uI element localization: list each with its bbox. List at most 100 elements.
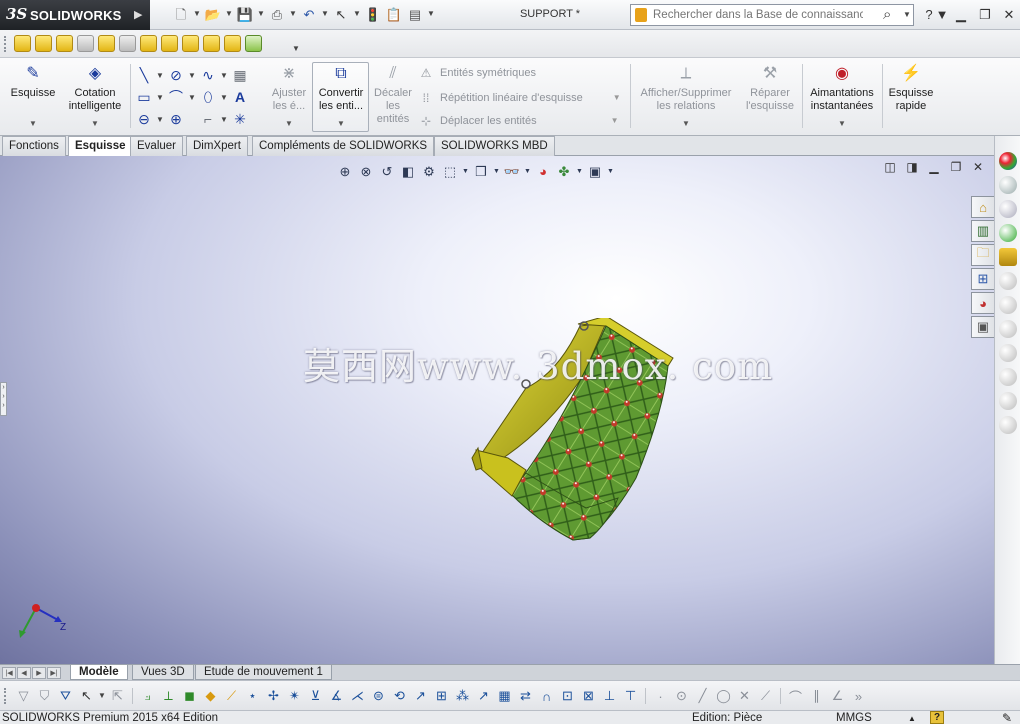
- chevron-down-icon[interactable]: ▼: [613, 89, 621, 107]
- hatch-icon[interactable]: ▦: [495, 687, 514, 705]
- tab-solidworks-mbd[interactable]: SOLIDWORKS MBD: [434, 136, 555, 156]
- repetition-button[interactable]: ⁞⁞ Répétition linéaire d'esquisse ▼: [418, 89, 621, 107]
- tab-modele[interactable]: Modèle: [70, 665, 128, 680]
- refresh-icon[interactable]: [999, 272, 1017, 290]
- filter-icon[interactable]: ▽: [14, 687, 33, 705]
- smart-dimension-icon[interactable]: [35, 35, 52, 52]
- dynamic-annotation-icon[interactable]: ⚙: [420, 162, 438, 180]
- tab-etude-mouvement[interactable]: Etude de mouvement 1: [195, 665, 332, 680]
- print-icon[interactable]: ⎙: [268, 5, 286, 23]
- close-icon[interactable]: ✕: [1000, 5, 1018, 23]
- display-style-icon[interactable]: ❒: [472, 162, 490, 180]
- minimize-icon[interactable]: ▁: [952, 5, 970, 23]
- new-document-icon[interactable]: 🗋: [172, 5, 190, 23]
- extrude-boss-icon[interactable]: [56, 35, 73, 52]
- chevron-down-icon[interactable]: ▼: [353, 5, 361, 23]
- arc-icon[interactable]: ⌒: [166, 88, 186, 106]
- chevron-down-icon[interactable]: ▼: [193, 5, 201, 23]
- help-icon[interactable]: ?: [930, 711, 944, 724]
- next-tab-icon[interactable]: ▶: [32, 667, 46, 679]
- view-palette-icon[interactable]: ⊞: [971, 268, 995, 290]
- unit-system[interactable]: MMGS: [836, 712, 872, 724]
- chamfer-icon[interactable]: [161, 35, 178, 52]
- zoom-to-area-icon[interactable]: ⊗: [357, 162, 375, 180]
- chevron-down-icon[interactable]: ▼: [321, 5, 329, 23]
- tab-esquisse[interactable]: Esquisse: [68, 136, 133, 157]
- reference-geometry-icon[interactable]: [245, 35, 262, 52]
- chevron-down-icon[interactable]: ▼: [220, 88, 228, 106]
- realview-icon[interactable]: [999, 176, 1017, 194]
- section-view-icon[interactable]: ◧: [399, 162, 417, 180]
- more-icon[interactable]: »: [849, 687, 868, 705]
- chevron-down-icon[interactable]: ▼: [220, 66, 228, 84]
- decaler-button[interactable]: ⫽ Décaler les entités: [370, 64, 416, 126]
- chevron-down-icon[interactable]: ▼: [188, 88, 196, 106]
- esquisse-button[interactable]: ✎ Esquisse ▼: [8, 64, 58, 130]
- chevron-right-icon[interactable]: ▶: [134, 8, 142, 21]
- chevron-up-icon[interactable]: ▲: [908, 712, 916, 724]
- restore-icon[interactable]: ❐: [948, 158, 964, 176]
- tile-left-icon[interactable]: ◫: [882, 158, 898, 176]
- feature-manager-expand-handle[interactable]: › › ›: [0, 382, 7, 416]
- esquisse-rapide-button[interactable]: ⚡ Esquisse rapide: [886, 64, 936, 113]
- surface-icon[interactable]: ⊜: [369, 687, 388, 705]
- search-icon[interactable]: ⌕: [883, 6, 891, 23]
- align-icon[interactable]: ⊥: [600, 687, 619, 705]
- perpendicular-icon[interactable]: ⟂: [159, 687, 178, 705]
- ellipse-icon[interactable]: ⬯: [198, 88, 218, 106]
- first-tab-icon[interactable]: |◀: [2, 667, 16, 679]
- line-icon[interactable]: ╲: [134, 66, 154, 84]
- rotate-icon[interactable]: ⟲: [390, 687, 409, 705]
- chevron-down-icon[interactable]: ▼: [188, 66, 196, 84]
- prev-tab-icon[interactable]: ◀: [17, 667, 31, 679]
- point-icon[interactable]: ⋆: [243, 687, 262, 705]
- save-icon[interactable]: 💾: [236, 5, 254, 23]
- render-tools-icon[interactable]: [999, 368, 1017, 386]
- chevron-down-icon[interactable]: ▼: [257, 5, 265, 23]
- hide-show-items-icon[interactable]: 👓: [503, 162, 521, 180]
- chevron-down-icon[interactable]: ▼: [98, 687, 106, 705]
- mirror-icon[interactable]: ⇄: [516, 687, 535, 705]
- chevron-down-icon[interactable]: ▼: [576, 162, 583, 180]
- chevron-down-icon[interactable]: ▼: [62, 117, 128, 130]
- apply-scene-icon[interactable]: ✤: [555, 162, 573, 180]
- cube-icon[interactable]: ◼: [180, 687, 199, 705]
- chevron-down-icon[interactable]: ▼: [8, 117, 58, 130]
- custom-properties-icon[interactable]: ▣: [971, 316, 995, 338]
- parallel-icon[interactable]: ∥: [807, 687, 826, 705]
- explode-icon[interactable]: ⊠: [579, 687, 598, 705]
- rectangle-icon[interactable]: ▭: [134, 88, 154, 106]
- lights-icon[interactable]: [999, 320, 1017, 338]
- cross-icon[interactable]: ✕: [735, 687, 754, 705]
- chevron-down-icon[interactable]: ▼: [806, 117, 878, 130]
- polygon-icon[interactable]: ⊕: [166, 110, 186, 128]
- arrow-out-icon[interactable]: ↗: [474, 687, 493, 705]
- select-cursor-icon[interactable]: ↖: [332, 5, 350, 23]
- edge-icon[interactable]: ⋌: [348, 687, 367, 705]
- chevron-down-icon[interactable]: ▼: [156, 110, 164, 128]
- rebuild-traffic-light-icon[interactable]: 🚦: [364, 5, 382, 23]
- smart-dimension-button[interactable]: ◈ Cotation intelligente ▼: [62, 64, 128, 130]
- shadows-icon[interactable]: [999, 200, 1017, 218]
- select-cursor-icon[interactable]: ↖: [77, 687, 96, 705]
- ajuster-button[interactable]: ⋇ Ajuster les é... ▼: [268, 64, 310, 130]
- component-icon[interactable]: ⊡: [558, 687, 577, 705]
- tab-complements[interactable]: Compléments de SOLIDWORKS: [252, 136, 435, 156]
- dimension-icon[interactable]: ⊻: [306, 687, 325, 705]
- chevron-down-icon[interactable]: ▼: [524, 162, 531, 180]
- filter-faces-icon[interactable]: ⛉: [35, 687, 54, 705]
- sketch-tool-icon[interactable]: [14, 35, 31, 52]
- chevron-down-icon[interactable]: ▼: [903, 10, 911, 19]
- chevron-down-icon[interactable]: ▼: [636, 117, 736, 130]
- restore-icon[interactable]: ❐: [976, 5, 994, 23]
- fillet-sketch-icon[interactable]: ⌐: [198, 110, 218, 128]
- chevron-down-icon[interactable]: ▼: [220, 110, 228, 128]
- design-library-icon[interactable]: ▥: [971, 220, 995, 242]
- chevron-down-icon[interactable]: ▼: [268, 117, 310, 130]
- fillet-icon[interactable]: [140, 35, 157, 52]
- options-icon[interactable]: ▤: [406, 5, 424, 23]
- text-icon[interactable]: A: [230, 88, 250, 106]
- line-segment-icon[interactable]: ↗: [411, 687, 430, 705]
- open-folder-icon[interactable]: 📂: [204, 5, 222, 23]
- shell-icon[interactable]: [119, 35, 136, 52]
